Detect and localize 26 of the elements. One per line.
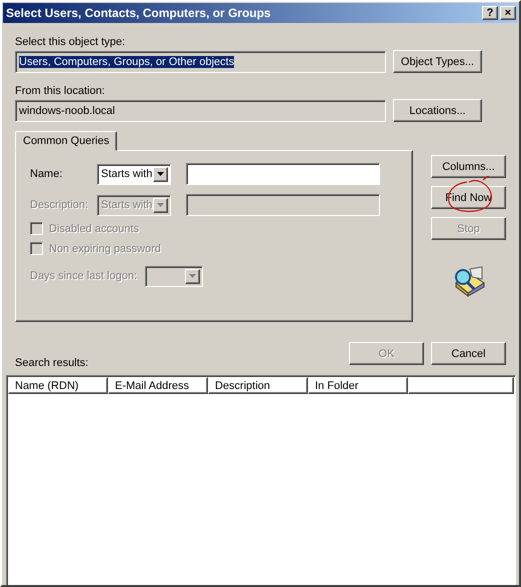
location-field: windows-noob.local — [15, 100, 386, 122]
query-label: Name: — [30, 168, 64, 180]
object-type-field: Users, Computers, Groups, or Other objects — [15, 50, 386, 72]
action-button[interactable]: Columns... — [431, 155, 506, 178]
locations-button[interactable]: Locations... — [393, 99, 482, 122]
query-input-field[interactable] — [186, 194, 380, 216]
query-input-field[interactable] — [186, 163, 380, 185]
checkbox-label: Disabled accounts — [49, 222, 139, 234]
object-types-button[interactable]: Object Types... — [393, 50, 482, 73]
column-header[interactable]: E-Mail Address — [108, 377, 208, 394]
help-button[interactable]: ? — [482, 6, 498, 20]
field-label: From this location: — [15, 85, 106, 99]
column-header[interactable]: Description — [208, 377, 308, 394]
results-label: Search results: — [15, 357, 88, 369]
tab[interactable]: Common Queries — [15, 131, 118, 151]
query-label: Description: — [30, 199, 90, 211]
cancel-button[interactable]: Cancel — [431, 342, 506, 365]
field-label: Select this object type: — [15, 36, 126, 50]
checkbox-label: Non expiring password — [49, 242, 161, 254]
column-header[interactable]: Name (RDN) — [8, 377, 108, 394]
days-dropdown[interactable] — [145, 266, 203, 286]
operator-dropdown[interactable]: Starts with — [97, 164, 171, 184]
window-title: Select Users, Contacts, Computers, or Groups — [6, 6, 271, 20]
column-header[interactable]: In Folder — [308, 377, 408, 394]
days-label: Days since last logon: — [30, 270, 138, 282]
close-button[interactable]: × — [500, 6, 516, 20]
